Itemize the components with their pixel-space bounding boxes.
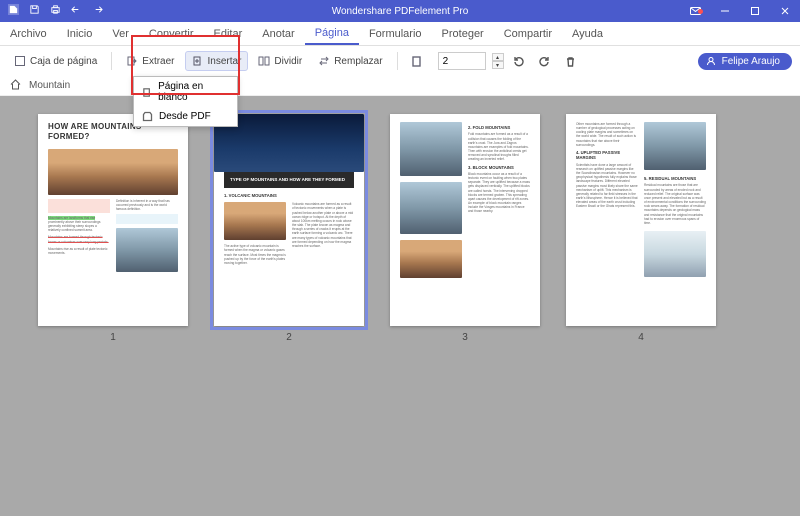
menu-archivo[interactable]: Archivo — [0, 22, 57, 45]
replace-button[interactable]: Remplazar — [312, 52, 388, 70]
notification-icon[interactable] — [680, 5, 710, 18]
menu-bar: Archivo Inicio Ver Convertir Editar Anot… — [0, 22, 800, 46]
menu-editar[interactable]: Editar — [204, 22, 253, 45]
page-box-button[interactable]: Caja de página — [8, 52, 103, 70]
menu-compartir[interactable]: Compartir — [494, 22, 562, 45]
page-toolbar: Caja de página Extraer Insertar Dividir … — [0, 46, 800, 76]
page-label: 2 — [286, 332, 292, 343]
title-bar: Wondershare PDFelement Pro — [0, 0, 800, 22]
breadcrumb-doc[interactable]: Mountain — [29, 80, 70, 91]
breadcrumb: Mountain — [0, 76, 800, 96]
page-icon[interactable] — [406, 50, 428, 72]
insert-button[interactable]: Insertar — [185, 51, 249, 71]
menu-pagina[interactable]: Página — [305, 22, 359, 45]
app-title: Wondershare PDFelement Pro — [332, 6, 469, 17]
page-label: 1 — [110, 332, 116, 343]
home-icon[interactable] — [10, 79, 21, 93]
page-label: 3 — [462, 332, 468, 343]
app-logo-icon — [8, 4, 19, 18]
page-thumb-4[interactable]: Other mountains are formed through a num… — [566, 114, 716, 498]
menu-ayuda[interactable]: Ayuda — [562, 22, 613, 45]
extract-button[interactable]: Extraer — [120, 52, 180, 70]
page-thumb-2[interactable]: TYPE OF MOUNTAINS AND HOW ARE THEY FORME… — [214, 114, 364, 498]
page-up-button[interactable]: ▴ — [492, 53, 504, 61]
split-button[interactable]: Dividir — [252, 52, 308, 70]
page-thumb-1[interactable]: HOW ARE MOUNTAINS FORMED? Mountains are … — [38, 114, 188, 498]
save-icon[interactable] — [29, 4, 40, 18]
page-thumbnails-workspace: HOW ARE MOUNTAINS FORMED? Mountains are … — [0, 96, 800, 516]
page-label: 4 — [638, 332, 644, 343]
menu-anotar[interactable]: Anotar — [252, 22, 304, 45]
minimize-button[interactable] — [710, 0, 740, 22]
menu-convertir[interactable]: Convertir — [139, 22, 204, 45]
close-button[interactable] — [770, 0, 800, 22]
menu-proteger[interactable]: Proteger — [432, 22, 494, 45]
menu-inicio[interactable]: Inicio — [57, 22, 103, 45]
insert-dropdown: Página en blanco Desde PDF — [133, 76, 238, 127]
menu-ver[interactable]: Ver — [102, 22, 139, 45]
delete-page-button[interactable] — [560, 50, 582, 72]
page-down-button[interactable]: ▾ — [492, 61, 504, 69]
page-number-input[interactable] — [438, 52, 486, 70]
page-number-field[interactable]: ▴▾ — [438, 52, 504, 70]
page-thumb-3[interactable]: 2. FOLD MOUNTAINS Fold mountains are for… — [390, 114, 540, 498]
maximize-button[interactable] — [740, 0, 770, 22]
menu-formulario[interactable]: Formulario — [359, 22, 432, 45]
print-icon[interactable] — [50, 4, 61, 18]
rotate-left-button[interactable] — [508, 50, 530, 72]
insert-from-pdf-item[interactable]: Desde PDF — [134, 107, 237, 126]
undo-icon[interactable] — [71, 4, 82, 18]
insert-blank-page-item[interactable]: Página en blanco — [134, 77, 237, 107]
user-account-pill[interactable]: Felipe Araujo — [698, 53, 792, 70]
rotate-right-button[interactable] — [534, 50, 556, 72]
redo-icon[interactable] — [92, 4, 103, 18]
user-name: Felipe Araujo — [722, 56, 780, 67]
